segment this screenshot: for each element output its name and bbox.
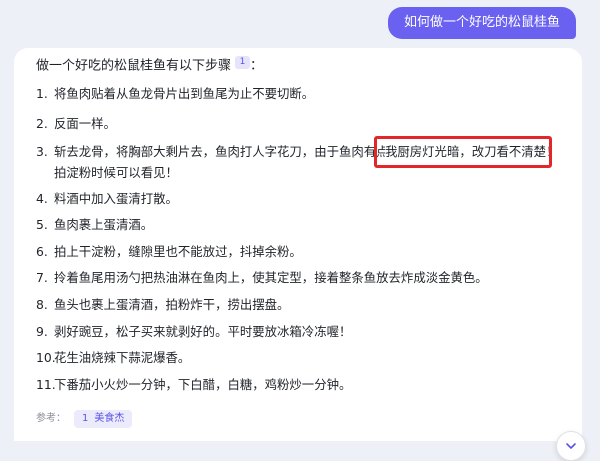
step-item: 11.下番茄小火炒一分钟，下白醋，白糖，鸡粉炒一分钟。 bbox=[36, 374, 556, 395]
step-number: 3. bbox=[36, 144, 48, 159]
step-number: 11. bbox=[36, 377, 56, 392]
step-item: 2. 反面一样。 bbox=[36, 113, 556, 134]
steps-list: 1. 将鱼肉贴着从鱼龙骨片出到鱼尾为止不要切断。 2. 反面一样。 3. 斩去龙骨，将… bbox=[14, 48, 582, 441]
step-number: 2. bbox=[36, 116, 48, 131]
step-text: 鱼肉裹上蛋清酒。 bbox=[54, 217, 154, 232]
step-number: 9. bbox=[36, 324, 48, 339]
step-number: 4. bbox=[36, 191, 48, 206]
step-number: 10. bbox=[36, 350, 56, 365]
step-number: 8. bbox=[36, 297, 48, 312]
step-text: 鱼头也裹上蛋清酒，拍粉炸干，捞出摆盘。 bbox=[54, 297, 290, 312]
step-text: 斩去龙骨，将胸部大剩片去，鱼肉打人字花刀，由于鱼肉有点透明 bbox=[54, 144, 414, 159]
step-item: 4. 料酒中加入蛋清打散。 bbox=[36, 188, 556, 209]
step-text: 反面一样。 bbox=[54, 116, 116, 131]
references-label: 参考： bbox=[36, 413, 66, 424]
reference-number: 1 bbox=[82, 413, 89, 424]
references-bar: 参考： 1 美食杰 bbox=[36, 410, 133, 428]
step-item: 10.花生油烧辣下蒜泥爆香。 bbox=[36, 347, 556, 368]
step-number: 7. bbox=[36, 270, 48, 285]
answer-card: 做一个好吃的松鼠桂鱼有以下步骤 1： 1. 将鱼肉贴着从鱼龙骨片出到鱼尾为止不要切断… bbox=[14, 48, 586, 461]
step-number: 1. bbox=[36, 86, 48, 101]
reference-name: 美食杰 bbox=[94, 413, 125, 424]
scroll-down-button[interactable] bbox=[556, 431, 586, 461]
step-item: 5. 鱼肉裹上蛋清酒。 bbox=[36, 214, 556, 235]
step-text: 下番茄小火炒一分钟，下白醋，白糖，鸡粉炒一分钟。 bbox=[54, 377, 352, 392]
step-text: 花生油烧辣下蒜泥爆香。 bbox=[54, 350, 191, 365]
step-text: 剥好豌豆，松子买来就剥好的。平时要放冰箱冷冻喔！ bbox=[54, 324, 352, 339]
step-number: 6. bbox=[36, 244, 48, 259]
step-item: 8. 鱼头也裹上蛋清酒，拍粉炸干，捞出摆盘。 bbox=[36, 294, 556, 315]
step-text: 将鱼肉贴着从鱼龙骨片出到鱼尾为止不要切断。 bbox=[54, 86, 315, 101]
step-number: 5. bbox=[36, 217, 48, 232]
step-item: 7. 拎着鱼尾用汤勺把热油淋在鱼肉上，使其定型，接着整条鱼放去炸成淡金黄色。 bbox=[36, 267, 556, 288]
chevron-down-icon bbox=[566, 443, 576, 449]
step-item: 9. 剥好豌豆，松子买来就剥好的。平时要放冰箱冷冻喔！ bbox=[36, 321, 556, 342]
user-message-bubble: 如何做一个好吃的松鼠桂鱼 bbox=[387, 7, 576, 39]
annotation-highlight-box bbox=[374, 136, 552, 168]
step-item: 6. 拍上干淀粉，缝隙里也不能放过，抖掉余粉。 bbox=[36, 241, 556, 262]
step-text: 拎着鱼尾用汤勺把热油淋在鱼肉上，使其定型，接着整条鱼放去炸成淡金黄色。 bbox=[54, 270, 488, 285]
step-item: 1. 将鱼肉贴着从鱼龙骨片出到鱼尾为止不要切断。 bbox=[36, 83, 556, 104]
step-text: 拍上干淀粉，缝隙里也不能放过，抖掉余粉。 bbox=[54, 244, 302, 259]
step-text: 料酒中加入蛋清打散。 bbox=[54, 191, 178, 206]
reference-chip[interactable]: 1 美食杰 bbox=[74, 410, 133, 428]
